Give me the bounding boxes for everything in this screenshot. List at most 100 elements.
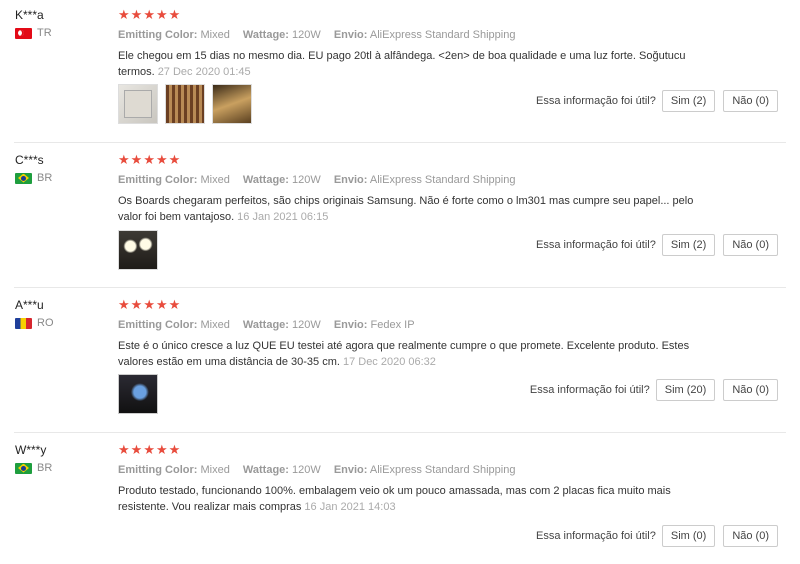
country-code: RO xyxy=(37,317,54,329)
star-icon: ★ xyxy=(118,152,130,167)
wattage-label: Wattage: xyxy=(242,464,289,476)
star-icon: ★ xyxy=(168,7,181,22)
star-icon: ★ xyxy=(130,442,143,457)
review-photo-thumbnail[interactable] xyxy=(165,84,205,124)
color-label: Emitting Color: xyxy=(118,464,198,476)
user-country: RO xyxy=(15,317,54,329)
review-date: 16 Jan 2021 14:03 xyxy=(304,501,396,513)
helpful-no-button[interactable]: Não (0) xyxy=(723,379,778,401)
review-text: Os Boards chegaram perfeitos, são chips … xyxy=(118,193,708,225)
wattage-value: 120W xyxy=(292,319,321,331)
review-text: Este é o único cresce a luz QUE EU teste… xyxy=(118,338,708,370)
star-rating: ★ ★ ★ ★ ★ xyxy=(118,153,180,167)
review-photo-thumbnail[interactable] xyxy=(118,230,158,270)
helpful-label: Essa informação foi útil? xyxy=(536,530,656,542)
shipping-label: Envio: xyxy=(333,29,368,41)
star-icon: ★ xyxy=(130,297,143,312)
country-code: TR xyxy=(37,27,52,39)
flag-br-icon xyxy=(15,172,32,184)
review-photo-thumbnail[interactable] xyxy=(118,374,158,414)
shipping-value: AliExpress Standard Shipping xyxy=(369,464,516,476)
star-icon: ★ xyxy=(143,442,155,457)
country-code: BR xyxy=(37,172,53,184)
wattage-value: 120W xyxy=(292,174,321,186)
star-rating: ★ ★ ★ ★ ★ xyxy=(118,443,180,457)
product-attributes: Emitting Color: Mixed Wattage: 120W Envi… xyxy=(118,29,525,41)
star-icon: ★ xyxy=(118,7,130,22)
flag-br-icon xyxy=(15,462,32,474)
shipping-label: Envio: xyxy=(333,319,368,331)
color-value: Mixed xyxy=(200,464,230,476)
user-country: BR xyxy=(15,172,52,184)
color-label: Emitting Color: xyxy=(118,29,198,41)
helpful-yes-button[interactable]: Sim (2) xyxy=(661,90,716,112)
product-attributes: Emitting Color: Mixed Wattage: 120W Envi… xyxy=(118,319,425,331)
user-name: K***a xyxy=(15,8,44,22)
shipping-label: Envio: xyxy=(333,174,368,186)
color-label: Emitting Color: xyxy=(118,319,198,331)
color-label: Emitting Color: xyxy=(118,174,198,186)
review-date: 17 Dec 2020 06:32 xyxy=(342,356,436,368)
helpful-yes-button[interactable]: Sim (0) xyxy=(661,525,716,547)
star-icon: ★ xyxy=(168,297,181,312)
shipping-label: Envio: xyxy=(333,464,368,476)
helpful-no-button[interactable]: Não (0) xyxy=(723,234,778,256)
star-icon: ★ xyxy=(155,152,168,167)
user-country: BR xyxy=(15,462,52,474)
review-body: Os Boards chegaram perfeitos, são chips … xyxy=(118,195,694,223)
review-text: Ele chegou em 15 dias no mesmo dia. EU p… xyxy=(118,48,708,80)
wattage-label: Wattage: xyxy=(242,29,289,41)
review-photos xyxy=(118,374,158,414)
helpful-section: Essa informação foi útil? Sim (2) Não (0… xyxy=(536,234,778,256)
star-rating: ★ ★ ★ ★ ★ xyxy=(118,8,180,22)
helpful-no-button[interactable]: Não (0) xyxy=(723,90,778,112)
review-photos xyxy=(118,230,158,270)
star-icon: ★ xyxy=(168,442,181,457)
wattage-value: 120W xyxy=(292,464,321,476)
review-date: 27 Dec 2020 01:45 xyxy=(157,66,251,78)
helpful-label: Essa informação foi útil? xyxy=(536,239,656,251)
wattage-label: Wattage: xyxy=(242,319,289,331)
star-icon: ★ xyxy=(168,152,181,167)
shipping-value: Fedex IP xyxy=(370,319,415,331)
user-name: W***y xyxy=(15,443,47,457)
helpful-section: Essa informação foi útil? Sim (20) Não (… xyxy=(530,379,778,401)
star-icon: ★ xyxy=(143,152,155,167)
user-country: TR xyxy=(15,27,52,39)
feedback-list: K***a TR ★ ★ ★ ★ ★ Emitting Color: Mixed Wat… xyxy=(0,0,800,564)
product-attributes: Emitting Color: Mixed Wattage: 120W Envi… xyxy=(118,174,525,186)
review-text: Produto testado, funcionando 100%. embal… xyxy=(118,483,708,515)
divider xyxy=(14,287,786,288)
star-icon: ★ xyxy=(143,297,155,312)
review-item: K***a TR ★ ★ ★ ★ ★ Emitting Color: Mixed Wat… xyxy=(0,0,790,143)
country-code: BR xyxy=(37,462,53,474)
star-icon: ★ xyxy=(155,442,168,457)
review-photo-thumbnail[interactable] xyxy=(118,84,158,124)
shipping-value: AliExpress Standard Shipping xyxy=(369,29,516,41)
helpful-no-button[interactable]: Não (0) xyxy=(723,525,778,547)
divider xyxy=(14,432,786,433)
star-icon: ★ xyxy=(155,297,168,312)
color-value: Mixed xyxy=(200,319,230,331)
wattage-label: Wattage: xyxy=(242,174,289,186)
color-value: Mixed xyxy=(200,29,230,41)
flag-ro-icon xyxy=(15,317,32,329)
color-value: Mixed xyxy=(200,174,230,186)
helpful-yes-button[interactable]: Sim (20) xyxy=(655,379,716,401)
review-date: 16 Jan 2021 06:15 xyxy=(237,211,329,223)
star-icon: ★ xyxy=(118,442,130,457)
review-item: W***y BR ★ ★ ★ ★ ★ Emitting Color: Mixed Wat… xyxy=(0,435,790,564)
review-photo-thumbnail[interactable] xyxy=(212,84,252,124)
flag-tr-icon xyxy=(15,27,32,39)
helpful-yes-button[interactable]: Sim (2) xyxy=(661,234,716,256)
star-icon: ★ xyxy=(143,7,155,22)
star-rating: ★ ★ ★ ★ ★ xyxy=(118,298,180,312)
product-attributes: Emitting Color: Mixed Wattage: 120W Envi… xyxy=(118,464,525,476)
shipping-value: AliExpress Standard Shipping xyxy=(369,174,516,186)
review-photos xyxy=(118,84,252,124)
divider xyxy=(14,142,786,143)
helpful-label: Essa informação foi útil? xyxy=(529,384,650,396)
helpful-section: Essa informação foi útil? Sim (0) Não (0… xyxy=(536,525,778,547)
star-icon: ★ xyxy=(130,7,143,22)
star-icon: ★ xyxy=(155,7,168,22)
